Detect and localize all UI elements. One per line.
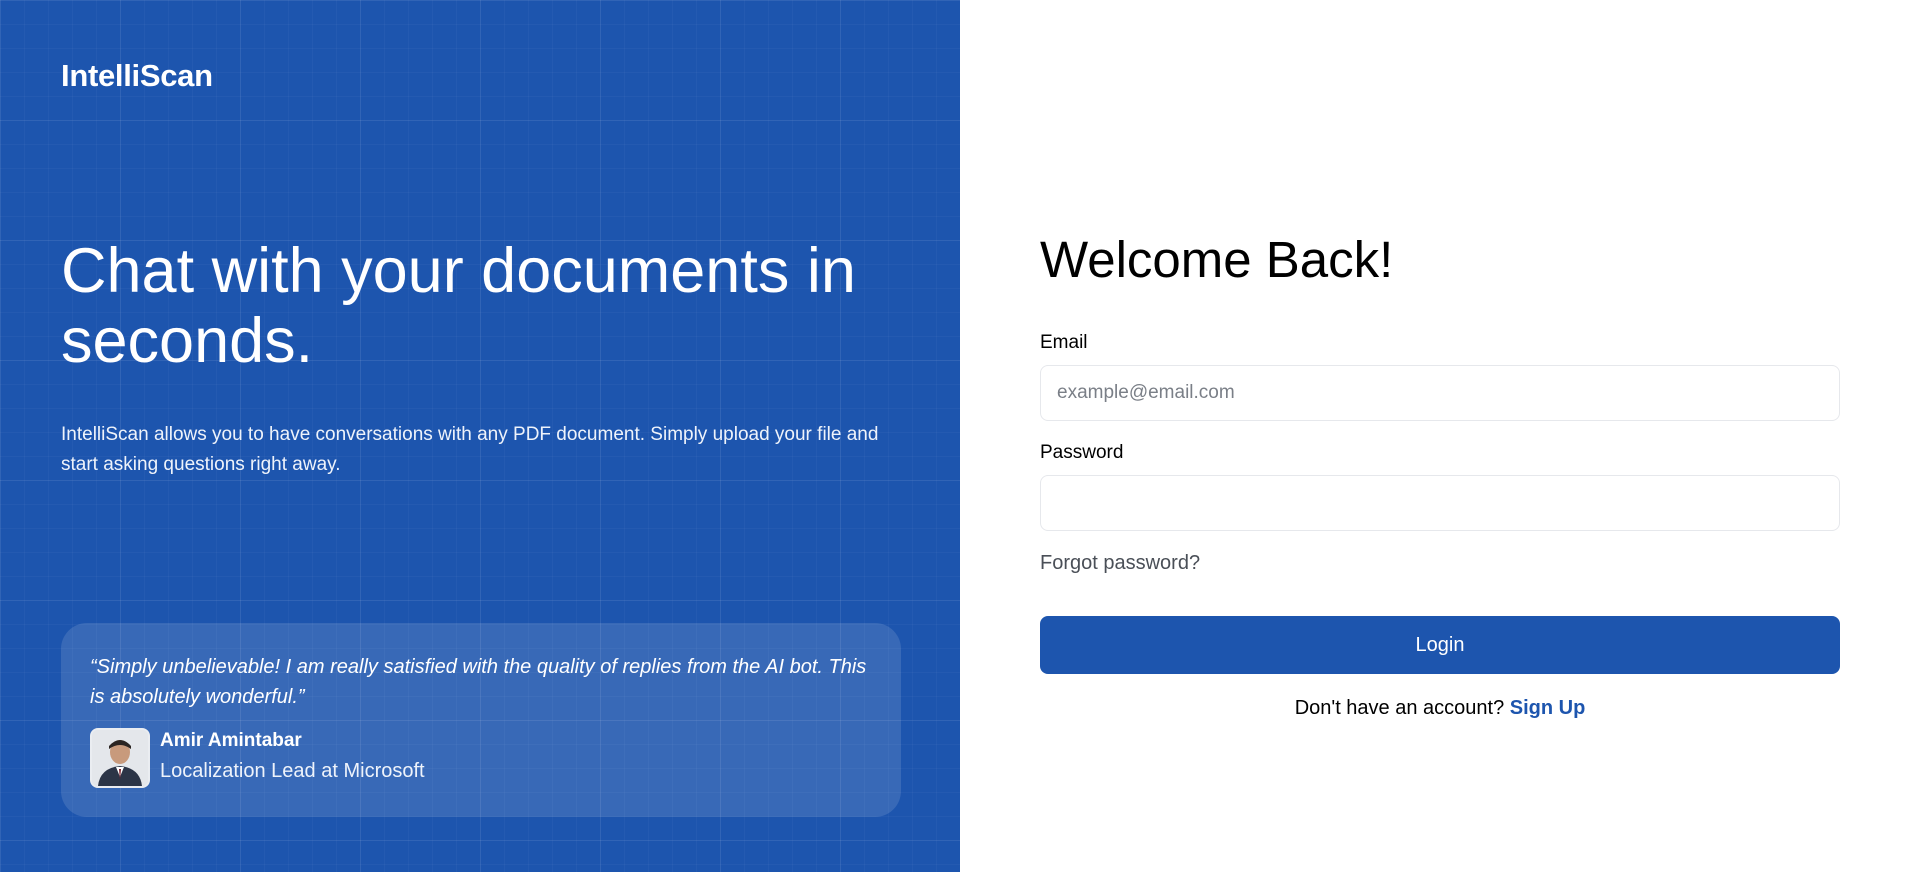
password-field[interactable]	[1040, 475, 1840, 531]
email-field[interactable]	[1040, 365, 1840, 421]
signup-row: Don't have an account? Sign Up	[1040, 697, 1840, 720]
testimonial-author-role: Localization Lead at Microsoft	[160, 760, 425, 782]
password-label: Password	[1040, 442, 1124, 463]
hero-description: IntelliScan allows you to have conversat…	[61, 424, 879, 475]
brand-logo-text[interactable]: IntelliScan	[61, 58, 213, 94]
avatar	[90, 728, 150, 788]
testimonial-author-name: Amir Amintabar	[160, 730, 302, 751]
forgot-password-link[interactable]: Forgot password?	[1040, 552, 1200, 575]
testimonial-quote: “Simply unbelievable! I am really satisf…	[90, 656, 867, 708]
signup-link[interactable]: Sign Up	[1510, 697, 1586, 719]
login-button[interactable]: Login	[1040, 616, 1840, 674]
hero-panel: IntelliScan Chat with your documents in …	[0, 0, 960, 872]
avatar-person-icon	[92, 730, 148, 786]
hero-title: Chat with your documents in seconds.	[61, 236, 856, 376]
email-label: Email	[1040, 332, 1088, 353]
login-title: Welcome Back!	[1040, 231, 1394, 288]
testimonial-card: “Simply unbelievable! I am really satisf…	[61, 623, 901, 817]
signup-prompt: Don't have an account?	[1294, 697, 1510, 719]
login-panel: Welcome Back! Email Password Forgot pass…	[960, 0, 1918, 872]
